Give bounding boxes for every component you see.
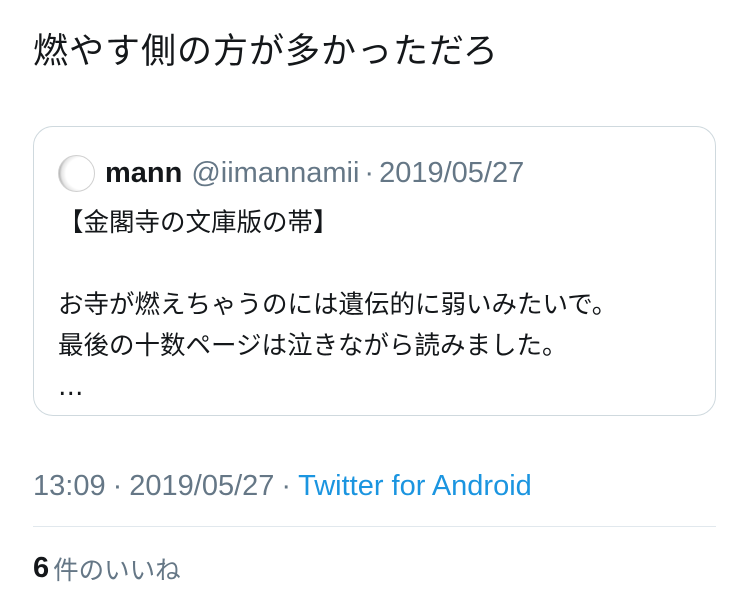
likes-link[interactable]: 6 件のいいね [33,548,181,588]
quoted-tweet-date: 2019/05/27 [379,156,525,189]
avatar[interactable] [58,154,95,192]
quoted-author-name[interactable]: mann [105,157,182,190]
divider [33,526,716,527]
meta-separator: · [112,469,123,502]
quoted-tweet-card[interactable]: mann @iimannamii · 2019/05/27 【金閣寺の文庫版の帯… [33,126,716,416]
quoted-text-line: お寺が燃えちゃうのには遺伝的に弱いみたいで。 [58,290,618,320]
quoted-tweet-header: mann @iimannamii · 2019/05/27 [58,153,524,193]
tweet-text: 燃やす側の方が多かっただろ [33,32,499,72]
tweet-meta: 13:09 · 2019/05/27 · Twitter for Android [33,466,532,506]
likes-label: 件のいいね [53,555,181,586]
tweet-date[interactable]: 2019/05/27 [129,470,274,503]
tweet-source-link[interactable]: Twitter for Android [298,470,532,503]
header-separator: · [364,156,375,189]
quoted-author-handle[interactable]: @iimannamii [191,157,359,190]
likes-count: 6 [33,551,50,584]
quoted-text-line: … [58,372,84,402]
meta-separator: · [281,469,292,502]
tweet-time[interactable]: 13:09 [33,470,106,503]
quoted-tweet-body: 【金閣寺の文庫版の帯】 お寺が燃えちゃうのには遺伝的に弱いみたいで。 最後の十数… [58,203,617,408]
quoted-text-line: 【金閣寺の文庫版の帯】 [58,208,339,238]
quoted-text-line [58,244,617,285]
quoted-text-line: 最後の十数ページは泣きながら読みました。 [58,331,568,361]
